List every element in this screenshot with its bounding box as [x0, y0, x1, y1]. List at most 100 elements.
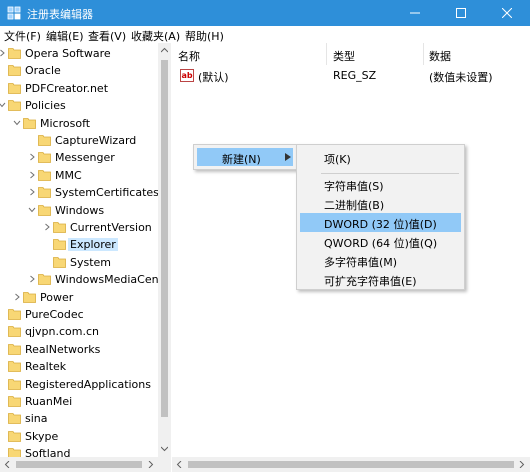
scroll-left-icon[interactable]: [176, 461, 183, 468]
menu-favorites[interactable]: 收藏夹(A): [131, 28, 180, 44]
value-row[interactable]: ab (默认) REG_SZ (数值未设置): [172, 67, 530, 84]
folder-icon: [23, 291, 36, 303]
menu-help[interactable]: 帮助(H): [185, 28, 224, 44]
tree-item-label: CaptureWizard: [55, 134, 137, 147]
menu-bar: 文件(F) 编辑(E) 查看(V) 收藏夹(A) 帮助(H): [0, 26, 530, 43]
scroll-right-icon[interactable]: [147, 461, 154, 468]
tree-hscroll-thumb[interactable]: [16, 461, 142, 468]
tree-item[interactable]: Realtek: [0, 358, 160, 375]
tree-item[interactable]: RealNetworks: [0, 341, 160, 358]
submenu-arrow-icon: [285, 153, 291, 161]
folder-icon: [8, 430, 21, 442]
tree-item-label: Windows: [55, 203, 105, 217]
submenu-item-label: 多字符串值(M): [324, 256, 398, 269]
title-bar: 注册表编辑器: [0, 0, 530, 26]
menu-file[interactable]: 文件(F): [4, 28, 41, 44]
chevron-right-icon[interactable]: [27, 152, 37, 162]
tree-item[interactable]: RegisteredApplications: [0, 376, 160, 393]
maximize-icon: [456, 8, 466, 18]
tree-item[interactable]: MMC: [0, 167, 160, 184]
tree-item[interactable]: Oracle: [0, 62, 160, 79]
tree-item[interactable]: qjvpn.com.cn: [0, 323, 160, 340]
tree-item-label: Opera Software: [25, 47, 111, 60]
tree-item[interactable]: Messenger: [0, 149, 160, 166]
column-header-name[interactable]: 名称: [172, 43, 327, 65]
submenu-item-label: QWORD (64 位)值(Q): [324, 237, 438, 250]
tree-item[interactable]: PDFCreator.net: [0, 80, 160, 97]
value-name: (默认): [198, 71, 229, 84]
registry-tree[interactable]: Opera Software Oracle PDFCreator.net Polici…: [0, 43, 171, 457]
tree-item[interactable]: Windows: [0, 202, 160, 219]
menu-edit[interactable]: 编辑(E): [46, 28, 84, 44]
chevron-right-icon[interactable]: [27, 187, 37, 197]
value-data: (数值未设置): [429, 71, 493, 84]
tree-item[interactable]: sina: [0, 410, 160, 427]
tree-item[interactable]: Opera Software: [0, 45, 160, 62]
tree-item-label: WindowsMediaCenter: [55, 273, 171, 287]
column-header-type[interactable]: 类型: [327, 43, 424, 65]
scroll-left-icon[interactable]: [4, 461, 11, 468]
submenu-item-label: 字符串值(S): [324, 180, 384, 193]
tree-item[interactable]: PureCodec: [0, 306, 160, 323]
folder-icon: [8, 361, 21, 373]
folder-icon: [8, 343, 21, 355]
chevron-right-icon[interactable]: [0, 48, 7, 58]
tree-item-label: Oracle: [25, 64, 61, 78]
minimize-button[interactable]: [392, 0, 438, 26]
submenu-item[interactable]: 字符串值(S): [300, 175, 461, 194]
folder-icon: [53, 239, 66, 251]
tree-item[interactable]: CaptureWizard: [0, 132, 160, 149]
scroll-up-icon[interactable]: [161, 47, 168, 54]
minimize-icon: [410, 12, 420, 14]
registry-editor-icon: [7, 6, 21, 20]
tree-item[interactable]: System: [0, 254, 160, 271]
submenu-item[interactable]: DWORD (32 位)值(D): [300, 213, 461, 232]
tree-item[interactable]: Power: [0, 289, 160, 306]
chevron-right-icon[interactable]: [42, 222, 52, 232]
tree-scroll-thumb[interactable]: [161, 60, 168, 417]
chevron-right-icon[interactable]: [27, 274, 37, 284]
scroll-down-icon[interactable]: [161, 445, 168, 452]
tree-item[interactable]: Explorer: [0, 236, 160, 253]
tree-vertical-scrollbar[interactable]: [158, 43, 171, 457]
folder-icon: [8, 326, 21, 338]
folder-icon: [8, 309, 21, 320]
tree-item[interactable]: Microsoft: [0, 115, 160, 132]
submenu-item[interactable]: 多字符串值(M): [300, 251, 461, 270]
folder-icon: [8, 413, 21, 425]
submenu-item-label: 可扩充字符串值(E): [324, 275, 417, 288]
submenu-item[interactable]: QWORD (64 位)值(Q): [300, 232, 461, 251]
chevron-down-icon[interactable]: [0, 100, 7, 110]
tree-item[interactable]: Policies: [0, 97, 160, 114]
tree-item[interactable]: CurrentVersion: [0, 219, 160, 236]
values-horizontal-scrollbar[interactable]: [172, 457, 530, 472]
menu-view[interactable]: 查看(V): [88, 28, 126, 44]
chevron-right-icon[interactable]: [12, 292, 22, 302]
column-header-data[interactable]: 数据: [424, 43, 530, 65]
string-value-icon: ab: [180, 69, 194, 82]
folder-icon: [38, 135, 51, 146]
submenu-item[interactable]: 可扩充字符串值(E): [300, 270, 461, 289]
close-button[interactable]: [484, 0, 530, 26]
maximize-button[interactable]: [438, 0, 484, 26]
folder-icon: [38, 152, 51, 164]
value-type: REG_SZ: [333, 69, 377, 82]
context-menu-new[interactable]: 新建(N): [197, 148, 293, 166]
folder-icon: [8, 65, 21, 77]
submenu-item[interactable]: 二进制值(B): [300, 194, 461, 213]
chevron-down-icon[interactable]: [12, 118, 22, 128]
tree-item[interactable]: Softland: [0, 445, 160, 457]
values-hscroll-thumb[interactable]: [188, 461, 514, 468]
chevron-right-icon[interactable]: [27, 170, 37, 180]
tree-item[interactable]: WindowsMediaCenter: [0, 271, 170, 288]
tree-horizontal-scrollbar[interactable]: [0, 457, 171, 472]
tree-item-label: Softland: [25, 447, 71, 457]
submenu-item-key[interactable]: 项(K): [300, 148, 461, 167]
tree-item[interactable]: RuanMei: [0, 393, 160, 410]
tree-item[interactable]: Skype: [0, 428, 160, 445]
chevron-down-icon[interactable]: [27, 205, 37, 215]
tree-item-label: Explorer: [68, 238, 118, 252]
tree-item[interactable]: SystemCertificates: [0, 184, 160, 201]
scroll-right-icon[interactable]: [518, 461, 525, 468]
tree-item-label: Skype: [25, 429, 59, 443]
